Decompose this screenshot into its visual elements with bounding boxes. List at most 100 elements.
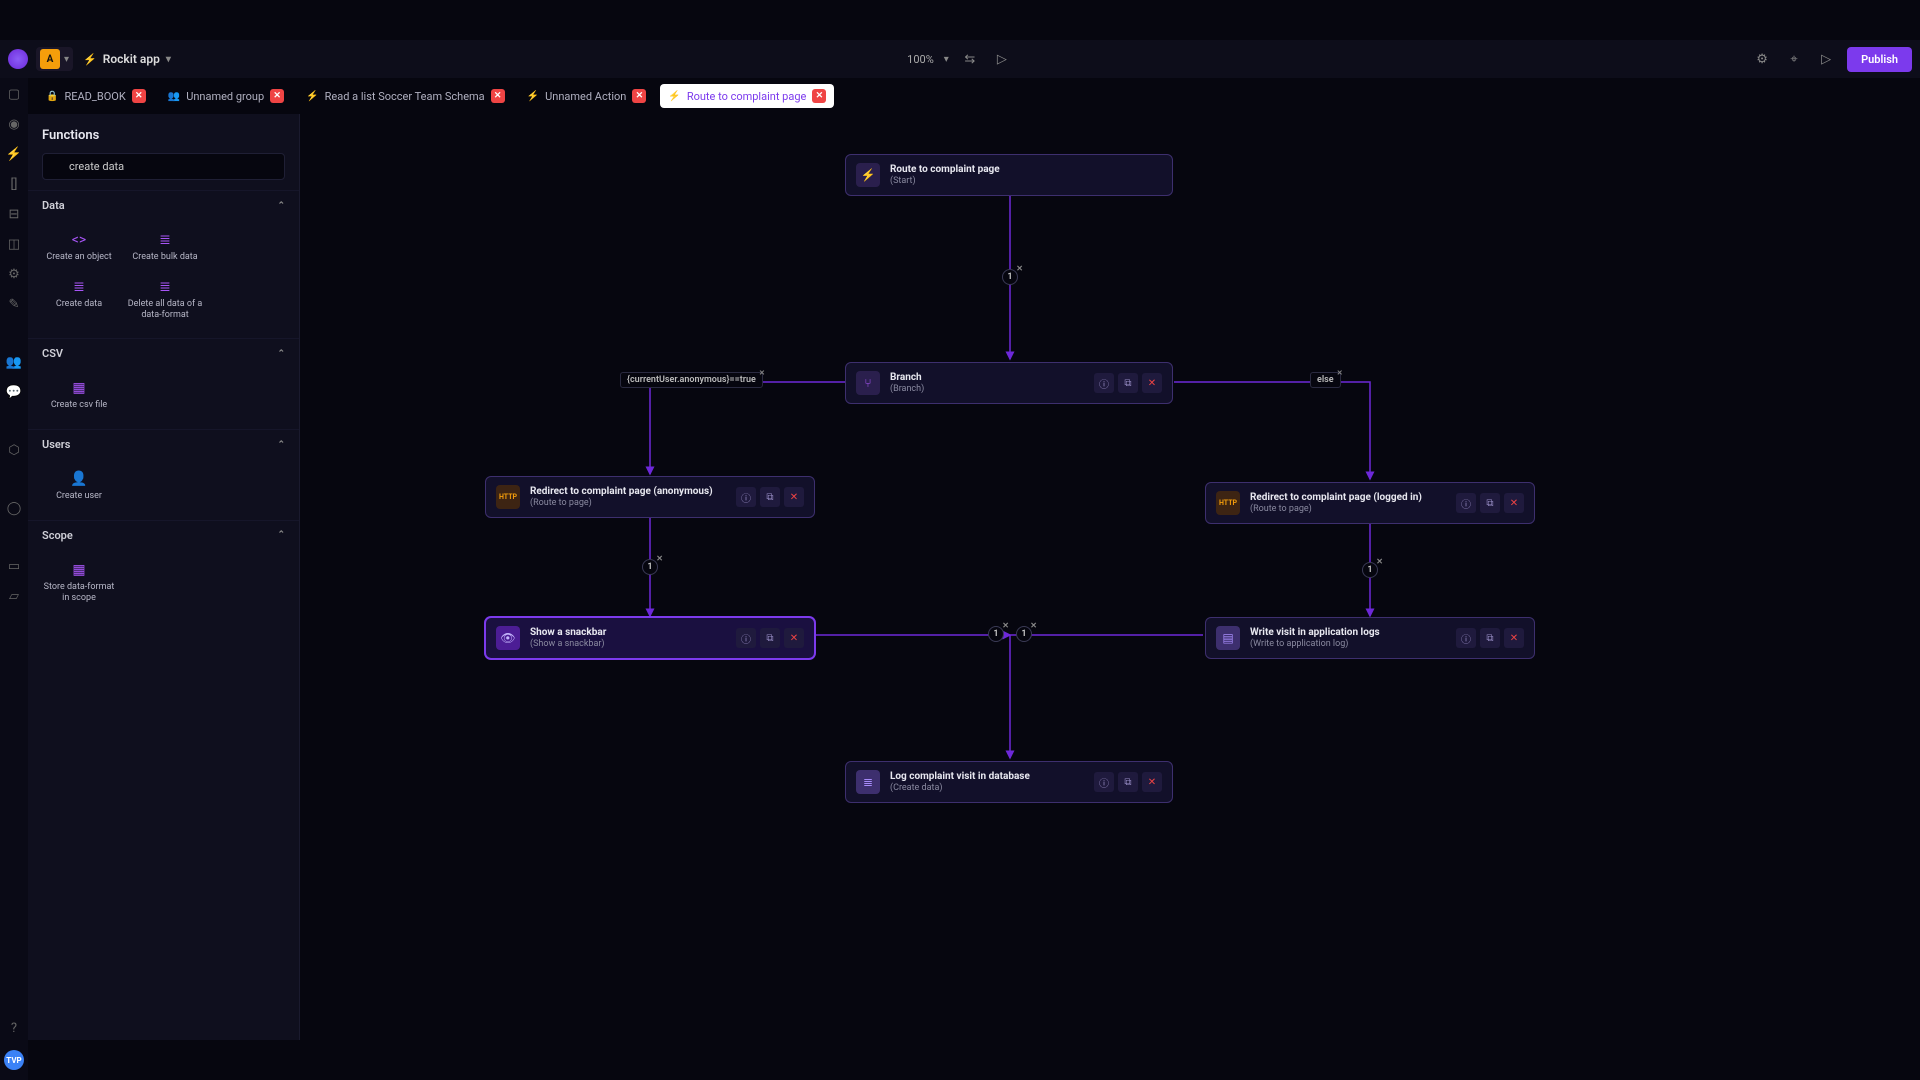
tab-read-list[interactable]: ⚡ Read a list Soccer Team Schema ✕	[298, 84, 512, 108]
search-wrap: 🔍	[28, 153, 299, 190]
close-icon[interactable]: ✕	[491, 89, 505, 103]
bag-icon[interactable]: ▱	[6, 588, 22, 604]
close-icon[interactable]: ✕	[270, 89, 284, 103]
play-outline-icon[interactable]: ▷	[1815, 48, 1837, 70]
close-icon[interactable]: ✕	[1376, 557, 1383, 566]
eye-icon: 👁	[496, 626, 520, 650]
user-avatar[interactable]: TVP	[4, 1050, 24, 1070]
copy-icon[interactable]: ⧉	[760, 487, 780, 507]
node-branch[interactable]: ⑂ Branch (Branch) ⓘ ⧉ ✕	[845, 362, 1173, 404]
tab-read-book[interactable]: 🔒 READ_BOOK ✕	[38, 84, 154, 108]
play-icon[interactable]: ▷	[991, 48, 1013, 70]
users-icon[interactable]: 👥	[6, 354, 22, 370]
section-scope[interactable]: Scope ⌃	[28, 520, 299, 550]
delete-icon[interactable]: ✕	[1504, 493, 1524, 513]
delete-icon[interactable]: ✕	[1142, 772, 1162, 792]
fn-create-user[interactable]: 👤Create user	[38, 465, 120, 508]
edge-order-badge[interactable]: 1✕	[1016, 626, 1032, 642]
copy-icon[interactable]: ⧉	[1118, 772, 1138, 792]
database-icon[interactable]: ⊟	[6, 206, 22, 222]
delete-icon[interactable]: ✕	[784, 628, 804, 648]
share-icon[interactable]: ⇆	[959, 48, 981, 70]
info-icon[interactable]: ⓘ	[736, 487, 756, 507]
section-csv[interactable]: CSV ⌃	[28, 338, 299, 368]
fn-create-data[interactable]: ≣Create data	[38, 273, 120, 327]
brush-icon[interactable]: ✎	[6, 296, 22, 312]
node-write-log[interactable]: ▤ Write visit in application logs (Write…	[1205, 617, 1535, 659]
copy-icon[interactable]: ⧉	[1118, 373, 1138, 393]
bolt-icon[interactable]: ⚡	[6, 146, 22, 162]
gear-icon[interactable]: ⚙	[1751, 48, 1773, 70]
bolt-icon: ⚡	[668, 91, 680, 102]
app-logo[interactable]	[8, 49, 28, 69]
info-icon[interactable]: ⓘ	[1456, 628, 1476, 648]
section-users[interactable]: Users ⌃	[28, 429, 299, 459]
delete-icon[interactable]: ✕	[1142, 373, 1162, 393]
copy-icon[interactable]: ⧉	[1480, 628, 1500, 648]
node-redirect-anonymous[interactable]: HTTP Redirect to complaint page (anonymo…	[485, 476, 815, 518]
node-subtitle: (Route to page)	[1250, 504, 1446, 515]
edge-order-badge[interactable]: 1✕	[988, 626, 1004, 642]
settings-icon[interactable]: ⚙	[6, 266, 22, 282]
node-redirect-logged-in[interactable]: HTTP Redirect to complaint page (logged …	[1205, 482, 1535, 524]
tab-label: Unnamed group	[186, 90, 264, 103]
close-icon[interactable]: ✕	[812, 89, 826, 103]
search-input[interactable]	[42, 153, 285, 180]
copy-icon[interactable]: ⧉	[1480, 493, 1500, 513]
panel-title: Functions	[28, 114, 299, 153]
tab-unnamed-action[interactable]: ⚡ Unnamed Action ✕	[519, 84, 655, 108]
tab-unnamed-group[interactable]: 👥 Unnamed group ✕	[160, 84, 292, 108]
branch-else-label[interactable]: else✕	[1310, 372, 1341, 388]
node-start[interactable]: ⚡ Route to complaint page (Start)	[845, 154, 1173, 196]
close-icon[interactable]: ✕	[656, 554, 663, 563]
node-log-database[interactable]: ≣ Log complaint visit in database (Creat…	[845, 761, 1173, 803]
info-icon[interactable]: ⓘ	[1456, 493, 1476, 513]
puzzle-icon[interactable]: ⬡	[6, 442, 22, 458]
fn-store-scope[interactable]: ▦Store data-format in scope	[38, 556, 120, 610]
info-icon[interactable]: ⓘ	[736, 628, 756, 648]
info-icon[interactable]: ⓘ	[1094, 772, 1114, 792]
workspace-selector[interactable]: A ▾	[36, 47, 73, 71]
close-icon[interactable]: ✕	[1335, 368, 1345, 378]
page-icon[interactable]: ▢	[6, 86, 22, 102]
fn-delete-all-data[interactable]: ≣Delete all data of a data-format	[124, 273, 206, 327]
workspace-avatar: A	[40, 49, 60, 69]
person-icon[interactable]: ◯	[6, 500, 22, 516]
tab-route-complaint[interactable]: ⚡ Route to complaint page ✕	[660, 84, 834, 108]
close-icon[interactable]: ✕	[1002, 621, 1009, 630]
zoom-control[interactable]: 100% ▾ ⇆ ▷	[907, 48, 1013, 70]
node-snackbar[interactable]: 👁 Show a snackbar (Show a snackbar) ⓘ ⧉ …	[485, 617, 815, 659]
branch-condition-label[interactable]: {currentUser.anonymous}==true✕	[620, 372, 763, 388]
fn-create-bulk-data[interactable]: ≣Create bulk data	[124, 226, 206, 269]
help-icon[interactable]: ?	[6, 1020, 22, 1036]
close-icon[interactable]: ✕	[632, 89, 646, 103]
app-name-selector[interactable]: ⚡ Rockit app ▾	[83, 52, 171, 66]
close-icon[interactable]: ✕	[1030, 621, 1037, 630]
delete-icon[interactable]: ✕	[784, 487, 804, 507]
chat-icon[interactable]: 💬	[6, 384, 22, 400]
fn-create-csv[interactable]: ▦Create csv file	[38, 374, 120, 417]
tabs-bar: 🔒 READ_BOOK ✕ 👥 Unnamed group ✕ ⚡ Read a…	[28, 78, 1920, 114]
edge-order-badge[interactable]: 1✕	[1002, 269, 1018, 285]
delete-icon[interactable]: ✕	[1504, 628, 1524, 648]
node-subtitle: (Branch)	[890, 384, 1084, 395]
layers-icon[interactable]: ◫	[6, 236, 22, 252]
bracket-icon[interactable]: []	[6, 176, 22, 192]
http-icon: HTTP	[496, 485, 520, 509]
copy-icon[interactable]: ⧉	[760, 628, 780, 648]
edge-order-badge[interactable]: 1✕	[1362, 562, 1378, 578]
close-icon[interactable]: ✕	[132, 89, 146, 103]
folder-icon[interactable]: ▭	[6, 558, 22, 574]
link-icon[interactable]: ◉	[6, 116, 22, 132]
publish-button[interactable]: Publish	[1847, 47, 1912, 72]
close-icon[interactable]: ✕	[757, 368, 767, 378]
workflow-canvas[interactable]: ⚡ Route to complaint page (Start) 1✕ ⑂ B…	[300, 114, 1920, 1080]
info-icon[interactable]: ⓘ	[1094, 373, 1114, 393]
bug-icon[interactable]: ⌖	[1783, 48, 1805, 70]
fn-create-object[interactable]: <>Create an object	[38, 226, 120, 269]
code-icon: <>	[69, 232, 89, 248]
section-data[interactable]: Data ⌃	[28, 190, 299, 220]
edge-order-badge[interactable]: 1✕	[642, 559, 658, 575]
edges	[300, 114, 1920, 1080]
close-icon[interactable]: ✕	[1016, 264, 1023, 273]
